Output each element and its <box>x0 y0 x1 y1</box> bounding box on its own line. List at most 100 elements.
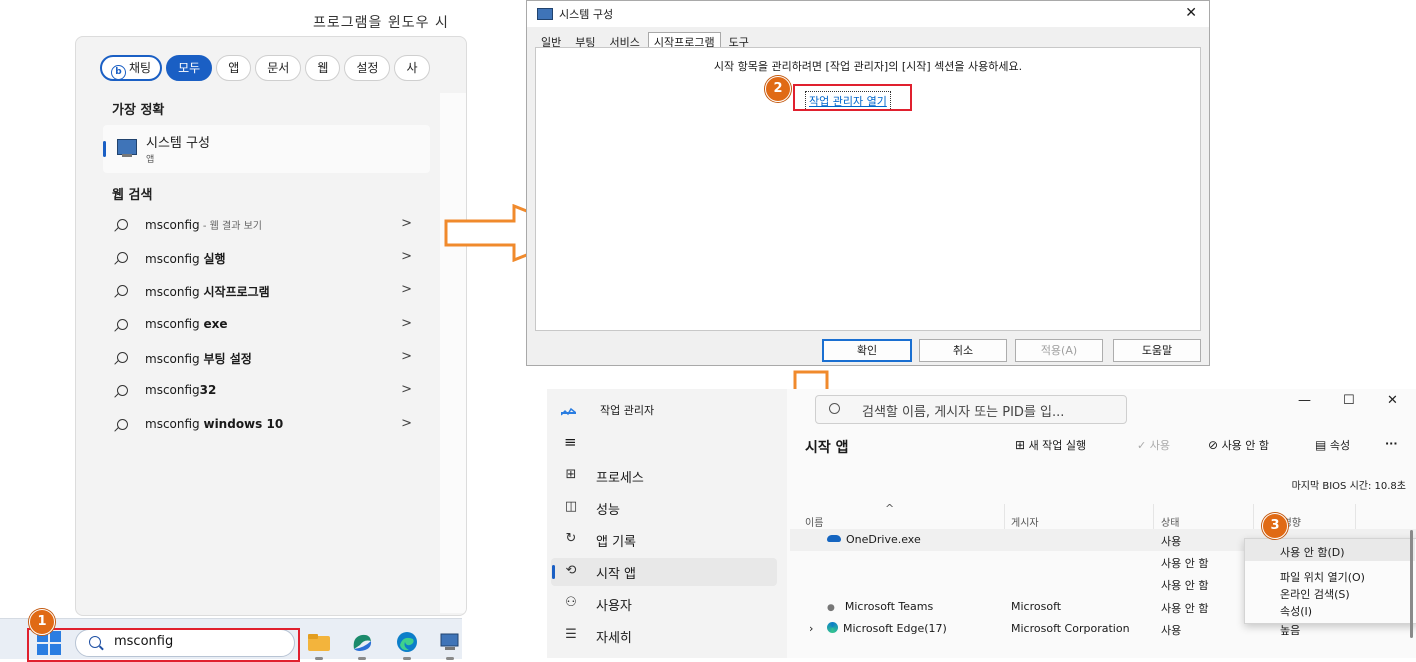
result-prefix: msconfig <box>145 383 200 397</box>
search-icon <box>117 252 128 263</box>
minimize-icon[interactable]: — <box>1298 393 1311 408</box>
last-bios-time: 마지막 BIOS 시간: 10.8초 <box>1291 481 1406 492</box>
web-result-row[interactable]: msconfig32 > <box>103 376 430 406</box>
page-title: 시작 앱 <box>805 440 849 456</box>
close-icon[interactable]: ✕ <box>1387 393 1398 408</box>
selection-indicator <box>103 141 106 157</box>
new-task-icon: ⊞ <box>1015 438 1026 452</box>
task-manager-icon <box>560 402 577 416</box>
help-button[interactable]: 도움말 <box>1113 339 1201 362</box>
disable-label: 사용 안 함 <box>1221 439 1270 452</box>
web-result-row[interactable]: msconfig 부팅 설정 > <box>103 343 430 373</box>
link-highlight <box>793 84 912 111</box>
cancel-button[interactable]: 취소 <box>919 339 1007 362</box>
web-result-text: msconfig 실행 <box>145 250 226 267</box>
filter-chat-chip[interactable]: b 채팅 <box>100 55 163 81</box>
filter-chat-label: 채팅 <box>129 61 152 75</box>
status-cell: 사용 <box>1161 624 1182 637</box>
expand-chevron-icon[interactable]: › <box>809 622 813 635</box>
filter-all-chip[interactable]: 모두 <box>166 55 213 81</box>
web-result-row[interactable]: msconfig 시작프로그램 > <box>103 276 430 306</box>
apply-button[interactable]: 적용(A) <box>1015 339 1103 362</box>
chevron-right-icon: > <box>401 282 412 297</box>
chevron-right-icon: > <box>401 216 412 231</box>
filter-documents-chip[interactable]: 문서 <box>255 55 302 81</box>
file-explorer-icon[interactable] <box>307 631 331 660</box>
best-match-result[interactable]: 시스템 구성 앱 <box>103 125 430 173</box>
properties-icon: ▤ <box>1315 438 1327 452</box>
filter-settings-chip[interactable]: 설정 <box>344 55 391 81</box>
web-result-row[interactable]: msconfig - 웹 결과 보기 > <box>103 210 430 240</box>
nav-item-label: 성능 <box>596 503 620 518</box>
nav-item-users[interactable]: ⚇ 사용자 <box>551 590 777 618</box>
app-name-cell: ● Microsoft Teams <box>827 600 933 613</box>
impact-cell: 높음 <box>1280 624 1301 637</box>
disable-icon: ⊘ <box>1208 438 1219 452</box>
enable-label: 사용 <box>1149 439 1170 452</box>
history-icon: ↻ <box>565 531 577 546</box>
column-header-publisher[interactable]: 게시자 <box>1011 514 1039 529</box>
nav-item-startup-apps[interactable]: ⟲ 시작 앱 <box>551 558 777 586</box>
menu-item-open-file-location[interactable]: 파일 위치 열기(O) <box>1280 569 1365 585</box>
web-result-row[interactable]: msconfig exe > <box>103 310 430 340</box>
result-bold: windows 10 <box>203 417 284 431</box>
nav-item-details[interactable]: ☰ 자세히 <box>551 622 777 650</box>
result-prefix: msconfig <box>145 352 204 366</box>
close-icon[interactable]: ✕ <box>1185 5 1197 21</box>
disable-button[interactable]: ⊘ 사용 안 함 <box>1208 437 1269 453</box>
maximize-icon[interactable]: ☐ <box>1343 393 1355 408</box>
more-options-icon[interactable]: ··· <box>1385 437 1398 450</box>
menu-item-properties[interactable]: 속성(I) <box>1280 603 1312 619</box>
teams-icon: ● <box>827 603 835 613</box>
nav-item-app-history[interactable]: ↻ 앱 기록 <box>551 526 777 554</box>
search-filter-bar: b 채팅 모두 앱 문서 웹 설정 사 <box>100 55 466 85</box>
status-cell: 사용 안 함 <box>1161 602 1209 615</box>
processes-icon: ⊞ <box>565 467 577 482</box>
copilot-icon[interactable] <box>350 631 374 660</box>
process-search-input[interactable]: 검색할 이름, 게시자 또는 PID를 입... <box>815 395 1127 424</box>
edge-browser-icon[interactable] <box>395 631 419 660</box>
run-new-task-button[interactable]: ⊞ 새 작업 실행 <box>1015 437 1086 453</box>
chevron-right-icon: > <box>401 349 412 364</box>
nav-item-label: 자세히 <box>596 631 632 646</box>
app-title: 작업 관리자 <box>600 404 655 417</box>
system-config-taskbar-icon[interactable] <box>438 631 462 660</box>
result-prefix: msconfig <box>145 252 204 266</box>
web-result-text: msconfig windows 10 <box>145 417 283 431</box>
column-header-status[interactable]: 상태 <box>1161 514 1179 529</box>
web-result-text: msconfig32 <box>145 383 216 397</box>
filter-apps-chip[interactable]: 앱 <box>216 55 252 81</box>
best-match-title: 시스템 구성 <box>146 136 210 151</box>
best-match-heading: 가장 정확 <box>112 103 165 118</box>
filter-web-chip[interactable]: 웹 <box>305 55 341 81</box>
nav-item-label: 앱 기록 <box>596 535 637 550</box>
nav-item-processes[interactable]: ⊞ 프로세스 <box>551 462 777 490</box>
nav-item-performance[interactable]: ◫ 성능 <box>551 494 777 522</box>
result-prefix: msconfig <box>145 317 204 331</box>
web-result-row[interactable]: msconfig 실행 > <box>103 243 430 273</box>
menu-item-disable[interactable]: 사용 안 함(D) <box>1280 544 1345 560</box>
properties-button[interactable]: ▤ 속성 <box>1315 437 1350 453</box>
menu-item-search-online[interactable]: 온라인 검색(S) <box>1280 586 1350 602</box>
search-icon <box>117 419 128 430</box>
ok-button[interactable]: 확인 <box>822 339 912 362</box>
hamburger-menu-icon[interactable]: ≡ <box>564 433 577 451</box>
scrollbar-thumb[interactable] <box>1410 530 1413 638</box>
app-name: Microsoft Edge(17) <box>843 622 947 635</box>
result-prefix: msconfig <box>145 218 200 232</box>
app-name: OneDrive.exe <box>846 533 921 546</box>
filter-more-chip[interactable]: 사 <box>394 55 430 81</box>
system-config-window: 시스템 구성 ✕ 일반 부팅 서비스 시작프로그램 도구 시작 항목을 관리하려면 [작… <box>526 0 1210 366</box>
web-result-row[interactable]: msconfig windows 10 > <box>103 410 430 440</box>
run-new-task-label: 새 작업 실행 <box>1028 439 1087 452</box>
web-result-text: msconfig - 웹 결과 보기 <box>145 217 262 232</box>
preview-pane <box>440 93 466 613</box>
bing-icon: b <box>111 65 126 80</box>
details-icon: ☰ <box>565 627 577 642</box>
search-icon <box>117 219 128 230</box>
search-icon <box>829 403 840 414</box>
result-bold: exe <box>203 317 228 331</box>
result-prefix: msconfig <box>145 417 204 431</box>
column-header-name[interactable]: 이름 <box>805 514 823 529</box>
enable-button[interactable]: ✓ 사용 <box>1137 437 1170 453</box>
